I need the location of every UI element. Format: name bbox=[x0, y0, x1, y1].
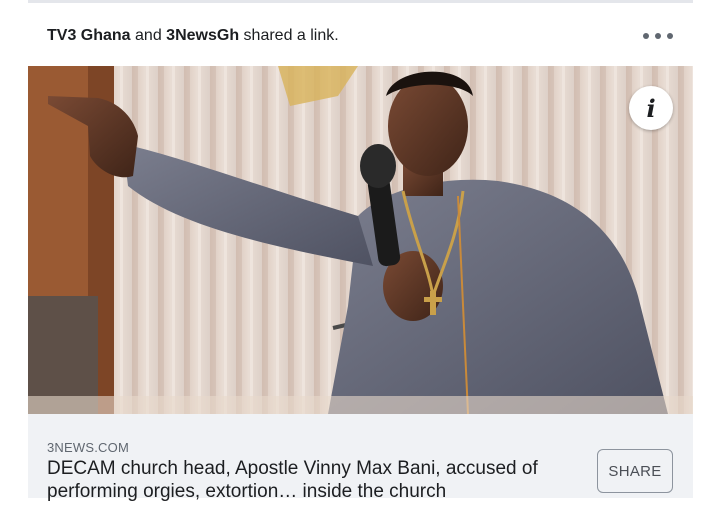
info-icon[interactable]: i bbox=[629, 86, 673, 130]
action-text: shared a link. bbox=[239, 27, 339, 44]
bottom-spacer bbox=[28, 522, 693, 532]
sharer-name-link[interactable]: 3NewsGh bbox=[166, 27, 239, 44]
link-preview-footer[interactable]: 3NEWS.COM DECAM church head, Apostle Vin… bbox=[28, 414, 693, 502]
sharer-name-link[interactable]: TV3 Ghana bbox=[47, 27, 131, 44]
link-headline[interactable]: DECAM church head, Apostle Vinny Max Ban… bbox=[47, 457, 577, 503]
more-options-icon[interactable] bbox=[643, 26, 673, 46]
shared-link-post: TV3 Ghana and 3NewsGh shared a link. i 3… bbox=[28, 0, 693, 532]
link-preview-image[interactable]: i bbox=[28, 66, 693, 414]
top-divider bbox=[28, 0, 693, 3]
dot bbox=[655, 33, 661, 39]
dot bbox=[643, 33, 649, 39]
dot bbox=[667, 33, 673, 39]
preacher-photo bbox=[28, 66, 693, 414]
conjunction-text: and bbox=[130, 27, 167, 44]
post-header: TV3 Ghana and 3NewsGh shared a link. bbox=[28, 20, 693, 52]
share-button[interactable]: SHARE bbox=[597, 449, 673, 493]
link-domain: 3NEWS.COM bbox=[47, 440, 129, 455]
post-attribution: TV3 Ghana and 3NewsGh shared a link. bbox=[47, 27, 339, 45]
